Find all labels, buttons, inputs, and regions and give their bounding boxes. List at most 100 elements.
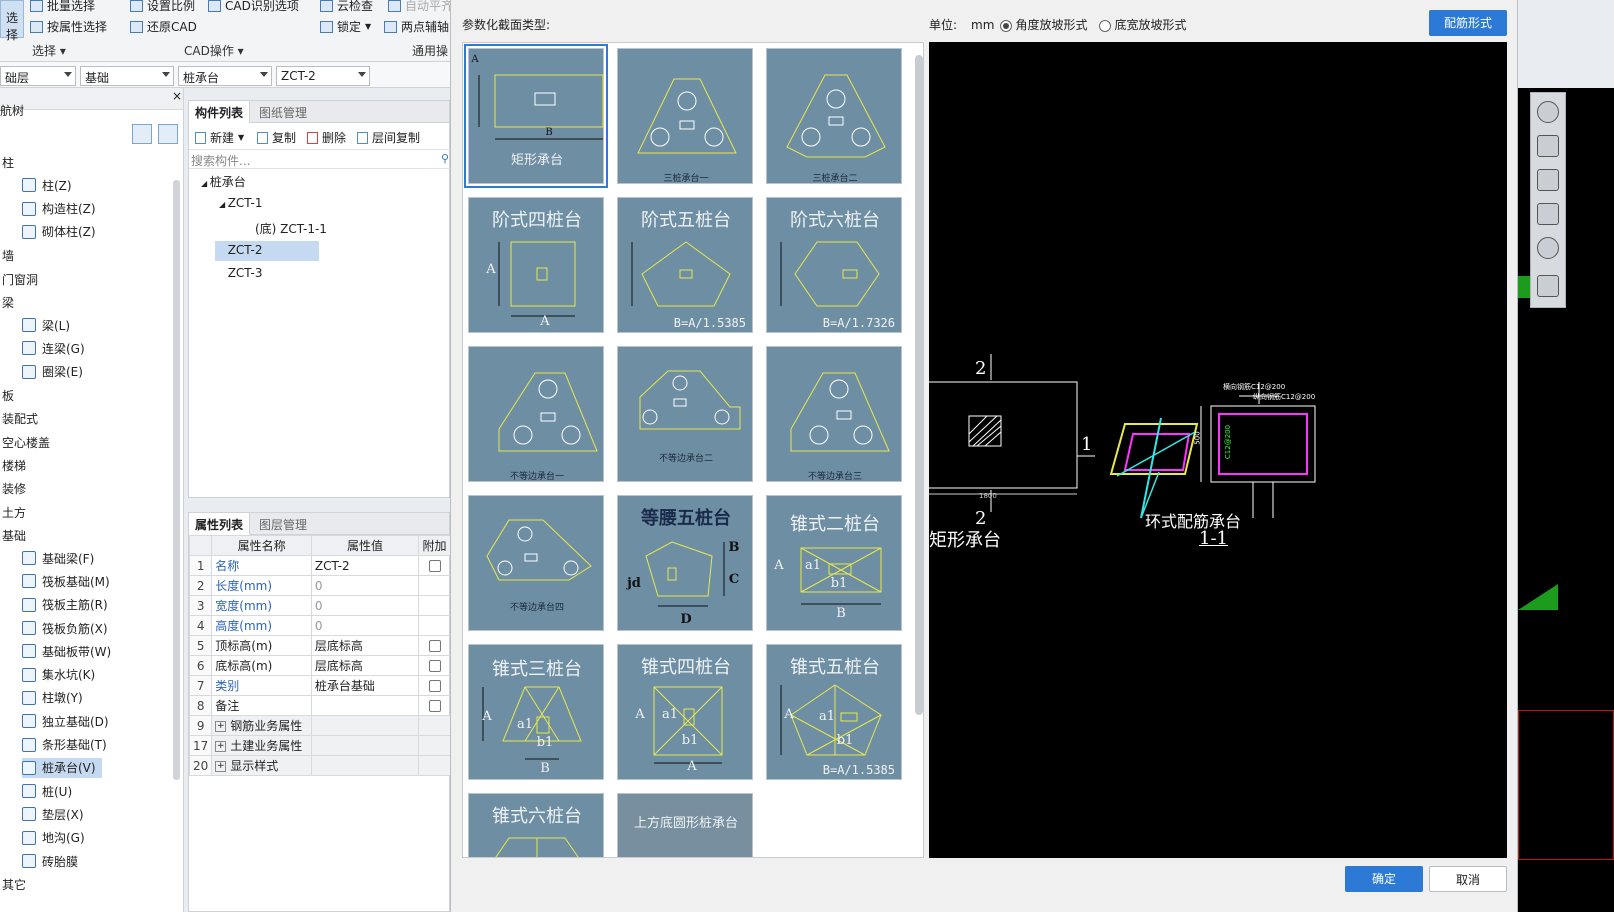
nav-category[interactable]: 楼梯 bbox=[2, 457, 26, 474]
gallery-scrollbar[interactable] bbox=[915, 55, 923, 715]
nav-item[interactable]: 基础板带(W) bbox=[22, 641, 117, 661]
option-uneq-4[interactable]: 不等边承台四 bbox=[468, 495, 604, 631]
property-row[interactable]: 9 + 钢筋业务属性 bbox=[188, 715, 451, 736]
option-uneq-3[interactable]: 不等边承台三 bbox=[766, 346, 902, 482]
nav-category[interactable]: 梁 bbox=[2, 294, 14, 311]
cancel-button[interactable]: 取消 bbox=[1429, 866, 1507, 892]
property-row[interactable]: 3 宽度(mm) 0 bbox=[188, 595, 451, 616]
property-row[interactable]: 2 长度(mm) 0 bbox=[188, 575, 451, 596]
nav-category[interactable]: 柱 bbox=[2, 154, 14, 171]
nav-item[interactable]: 梁(L) bbox=[22, 315, 76, 335]
3d-view-icon[interactable] bbox=[1537, 135, 1559, 157]
nav-category[interactable]: 其它 bbox=[2, 876, 26, 893]
checkbox[interactable] bbox=[428, 560, 441, 572]
nav-category[interactable]: 装修 bbox=[2, 480, 26, 497]
select-button[interactable]: 选择 bbox=[0, 0, 24, 42]
cube-view-icon[interactable] bbox=[1537, 203, 1559, 225]
property-row[interactable]: 1 名称 ZCT-2 bbox=[188, 555, 451, 576]
nav-item[interactable]: 连梁(G) bbox=[22, 338, 91, 358]
type-select[interactable]: 桩承台 bbox=[178, 66, 272, 86]
category-select[interactable]: 基础 bbox=[80, 66, 174, 86]
nav-item[interactable]: 筏板主筋(R) bbox=[22, 595, 114, 615]
nav-item[interactable]: 筏板负筋(X) bbox=[22, 618, 114, 638]
nav-item[interactable]: 桩(U) bbox=[22, 781, 78, 801]
floor-select[interactable]: 础层 bbox=[0, 66, 76, 86]
tree-node[interactable]: ◢ ZCT-2 bbox=[215, 240, 319, 261]
property-value[interactable]: 0 bbox=[310, 595, 420, 616]
option-cone-2[interactable]: 锥式二桩台 A a1 b1 B bbox=[766, 495, 902, 631]
top-view-icon[interactable] bbox=[1537, 169, 1559, 191]
property-row[interactable]: 8 备注 bbox=[188, 695, 451, 716]
auto-flat-button[interactable]: 自动平齐 bbox=[388, 0, 453, 14]
grid-icon[interactable] bbox=[1537, 275, 1559, 297]
batch-select-button[interactable]: 批量选择 bbox=[30, 0, 95, 14]
option-step-6[interactable]: 阶式六桩台 B=A/1.7326 bbox=[766, 197, 902, 333]
nav-item[interactable]: 基础梁(F) bbox=[22, 548, 100, 568]
nav-item[interactable]: 砌体柱(Z) bbox=[22, 222, 102, 242]
group-select-label[interactable]: 选择 ▾ bbox=[32, 42, 66, 59]
option-round-top[interactable]: 上方底圆形桩承台 bbox=[617, 793, 753, 857]
option-uneq-1[interactable]: 不等边承台一 bbox=[468, 346, 604, 482]
property-value[interactable]: 层底标高 bbox=[310, 635, 420, 656]
nav-item[interactable]: 筏板基础(M) bbox=[22, 571, 116, 591]
option-step-5[interactable]: 阶式五桩台 B=A/1.5385 bbox=[617, 197, 753, 333]
option-three-pile-1[interactable]: 三桩承台一 bbox=[617, 48, 753, 184]
option-step-4[interactable]: 阶式四桩台 A A bbox=[468, 197, 604, 333]
component-search-input[interactable]: 搜索构件... bbox=[189, 149, 451, 169]
option-rect-cap[interactable]: A B 矩形承台 bbox=[464, 44, 608, 188]
property-row[interactable]: 6 底标高(m) 层底标高 bbox=[188, 655, 451, 676]
rotate-icon[interactable] bbox=[1537, 237, 1559, 259]
two-point-aux-button[interactable]: 两点辅轴 bbox=[384, 18, 449, 35]
new-button[interactable]: 新建 ▼ bbox=[195, 129, 244, 146]
attr-select-button[interactable]: 按属性选择 bbox=[30, 18, 107, 35]
nav-item[interactable]: 柱(Z) bbox=[22, 175, 78, 195]
component-select[interactable]: ZCT-2 bbox=[276, 66, 370, 86]
cad-options-button[interactable]: CAD识别选项 bbox=[208, 0, 299, 14]
close-icon[interactable]: × bbox=[172, 89, 182, 103]
nav-item[interactable]: 柱墩(Y) bbox=[22, 688, 89, 708]
tab-component-list[interactable]: 构件列表 bbox=[189, 101, 251, 123]
expand-plus-icon[interactable]: + bbox=[215, 721, 227, 732]
grid-view-icon[interactable] bbox=[158, 124, 178, 144]
copy-button[interactable]: 复制 bbox=[257, 129, 296, 146]
rebar-form-button[interactable]: 配筋形式 bbox=[1429, 10, 1507, 36]
search-icon[interactable]: ⚲ bbox=[441, 152, 449, 165]
tree-node[interactable]: (底) ZCT-1-1 bbox=[251, 218, 331, 238]
expand-plus-icon[interactable]: + bbox=[215, 761, 227, 772]
nav-category[interactable]: 基础 bbox=[2, 527, 26, 544]
property-row[interactable]: 17 + 土建业务属性 bbox=[188, 735, 451, 756]
tab-drawing-manage[interactable]: 图纸管理 bbox=[253, 101, 313, 123]
nav-item[interactable]: 圈梁(E) bbox=[22, 362, 89, 382]
property-value[interactable] bbox=[310, 735, 420, 756]
option-three-pile-2[interactable]: 三桩承台二 bbox=[766, 48, 902, 184]
ok-button[interactable]: 确定 bbox=[1345, 866, 1423, 892]
property-value[interactable]: 桩承台基础 bbox=[310, 675, 420, 696]
property-value[interactable]: 0 bbox=[310, 615, 420, 636]
nav-item[interactable]: 垫层(X) bbox=[22, 804, 90, 824]
nav-item[interactable]: 条形基础(T) bbox=[22, 735, 113, 755]
checkbox[interactable] bbox=[428, 640, 441, 652]
nav-category[interactable]: 门窗洞 bbox=[2, 271, 38, 288]
expand-arrow-icon[interactable]: ◢ bbox=[201, 179, 210, 188]
cloud-check-button[interactable]: 云检查 bbox=[320, 0, 373, 14]
nav-item[interactable]: 集水坑(K) bbox=[22, 665, 101, 685]
property-value[interactable]: 层底标高 bbox=[310, 655, 420, 676]
radio-width-option[interactable]: 底宽放坡形式 bbox=[1099, 16, 1186, 33]
property-row[interactable]: 7 类别 桩承台基础 bbox=[188, 675, 451, 696]
nav-category[interactable]: 空心楼盖 bbox=[2, 434, 50, 451]
set-scale-button[interactable]: 设置比例 bbox=[130, 0, 195, 14]
nav-category[interactable]: 板 bbox=[2, 387, 14, 404]
property-row[interactable]: 4 高度(mm) 0 bbox=[188, 615, 451, 636]
checkbox[interactable] bbox=[428, 680, 441, 692]
tree-node[interactable]: ◢ ZCT-1 bbox=[215, 194, 267, 214]
nav-category[interactable]: 装配式 bbox=[2, 410, 38, 427]
property-row[interactable]: 5 顶标高(m) 层底标高 bbox=[188, 635, 451, 656]
property-row[interactable]: 20 + 显示样式 bbox=[188, 755, 451, 776]
property-value[interactable] bbox=[310, 715, 420, 736]
property-value[interactable]: ZCT-2 bbox=[310, 555, 420, 576]
expand-arrow-icon[interactable]: ◢ bbox=[219, 200, 228, 209]
nav-item[interactable]: 砖胎膜 bbox=[22, 851, 84, 871]
restore-cad-button[interactable]: 还原CAD bbox=[130, 18, 197, 35]
nav-category[interactable]: 墙 bbox=[2, 247, 14, 264]
floor-copy-button[interactable]: 层间复制 bbox=[357, 129, 420, 146]
